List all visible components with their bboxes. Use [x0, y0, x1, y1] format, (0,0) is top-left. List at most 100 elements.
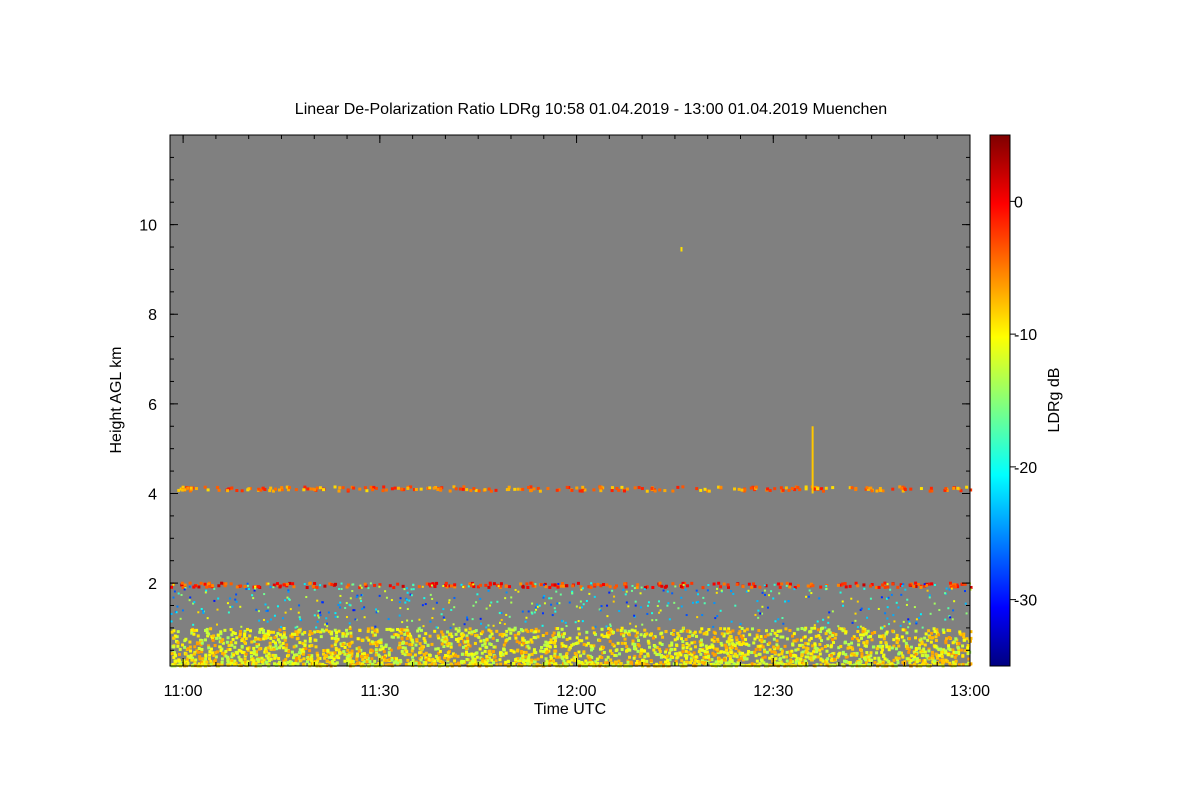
- heat-cell: [370, 626, 374, 630]
- heat-cell: [893, 620, 896, 623]
- heat-cell: [205, 627, 209, 631]
- heat-cell: [883, 585, 887, 589]
- heat-cell: [922, 647, 926, 651]
- heat-cell: [252, 646, 256, 650]
- heat-cell: [198, 655, 202, 659]
- heat-cell: [848, 661, 852, 665]
- heat-cell: [319, 584, 322, 587]
- heat-cell: [880, 650, 884, 654]
- heat-cell: [909, 659, 913, 663]
- heat-cell: [766, 606, 769, 609]
- heat-cell: [829, 645, 833, 649]
- heat-cell: [703, 487, 707, 491]
- heat-cell: [325, 628, 329, 632]
- heat-cell: [873, 656, 877, 660]
- heat-cell: [378, 594, 381, 597]
- heat-cell: [929, 612, 932, 615]
- heat-cell: [565, 625, 568, 628]
- heat-cell: [940, 650, 944, 654]
- heat-cell: [841, 652, 845, 656]
- heat-cell: [267, 606, 270, 609]
- heat-cell: [181, 609, 184, 612]
- heat-cell: [747, 589, 750, 592]
- heat-cell: [878, 660, 882, 664]
- heat-cell: [274, 654, 278, 658]
- heat-cell: [929, 486, 933, 490]
- heat-cell: [637, 486, 641, 490]
- heat-cell: [904, 588, 907, 591]
- heat-cell: [717, 657, 721, 661]
- heat-cell: [538, 604, 541, 607]
- colorbar: [989, 134, 1011, 667]
- heat-cell: [399, 597, 402, 600]
- heat-cell: [712, 636, 716, 640]
- heat-cell: [439, 487, 443, 491]
- heat-cell: [897, 656, 901, 660]
- heat-cell: [285, 582, 289, 586]
- colorbar-tick-label: -30: [1014, 593, 1037, 610]
- heat-cell: [382, 485, 386, 489]
- heat-cell: [526, 644, 530, 648]
- heat-cell: [356, 637, 360, 641]
- heat-cell: [906, 598, 909, 601]
- heat-cell: [614, 654, 618, 658]
- heat-cell: [945, 637, 949, 641]
- heat-cell: [843, 640, 847, 644]
- heat-cell: [340, 588, 343, 591]
- heat-cell: [610, 489, 614, 493]
- heat-cell: [649, 659, 653, 663]
- heat-cell: [928, 596, 931, 599]
- heat-cell: [278, 633, 282, 637]
- heat-cell: [536, 657, 540, 661]
- heat-cell: [470, 630, 474, 634]
- heat-cell: [965, 485, 969, 489]
- heat-cell: [294, 488, 298, 492]
- heat-cell: [690, 581, 694, 585]
- heat-cell: [914, 629, 918, 633]
- heat-cell: [671, 489, 675, 493]
- heat-cell: [533, 611, 536, 614]
- heat-cell: [856, 626, 859, 629]
- heat-cell: [349, 625, 352, 628]
- heat-cell: [356, 654, 360, 658]
- heat-cell: [564, 644, 568, 648]
- heat-cell: [830, 633, 834, 637]
- heat-cell: [556, 585, 560, 589]
- heat-cell: [933, 659, 937, 663]
- heat-cell: [531, 584, 535, 588]
- heat-cell: [181, 485, 185, 489]
- heat-cell: [673, 638, 677, 642]
- heat-cell: [211, 638, 215, 642]
- heat-cell: [753, 584, 757, 588]
- heat-cell: [170, 612, 173, 615]
- heat-cell: [708, 646, 712, 650]
- heat-cell: [406, 625, 409, 628]
- heat-cell: [432, 486, 436, 490]
- heat-cell: [881, 648, 885, 652]
- heat-cell: [618, 609, 621, 612]
- heat-cell: [326, 622, 329, 625]
- heat-cell: [723, 643, 727, 647]
- heat-cell: [666, 590, 669, 593]
- heat-cell: [847, 642, 851, 646]
- heat-cell: [398, 645, 402, 649]
- heat-cell: [243, 632, 247, 636]
- heat-cell: [178, 647, 182, 651]
- heat-cell: [659, 609, 662, 612]
- heat-cell: [373, 659, 377, 663]
- heat-cell: [315, 661, 319, 665]
- heat-cell: [370, 640, 374, 644]
- heat-cell: [611, 642, 615, 646]
- heat-cell: [254, 661, 258, 665]
- heat-cell: [298, 641, 302, 645]
- heat-cell: [784, 627, 788, 631]
- heat-cell: [896, 639, 900, 643]
- heat-cell: [539, 583, 543, 587]
- heat-cell: [404, 601, 407, 604]
- heat-cell: [453, 606, 456, 609]
- heat-cell: [340, 582, 343, 585]
- heat-cell: [462, 645, 466, 649]
- heat-cell: [907, 650, 911, 654]
- heat-cell: [232, 653, 236, 657]
- heat-cell: [839, 591, 842, 594]
